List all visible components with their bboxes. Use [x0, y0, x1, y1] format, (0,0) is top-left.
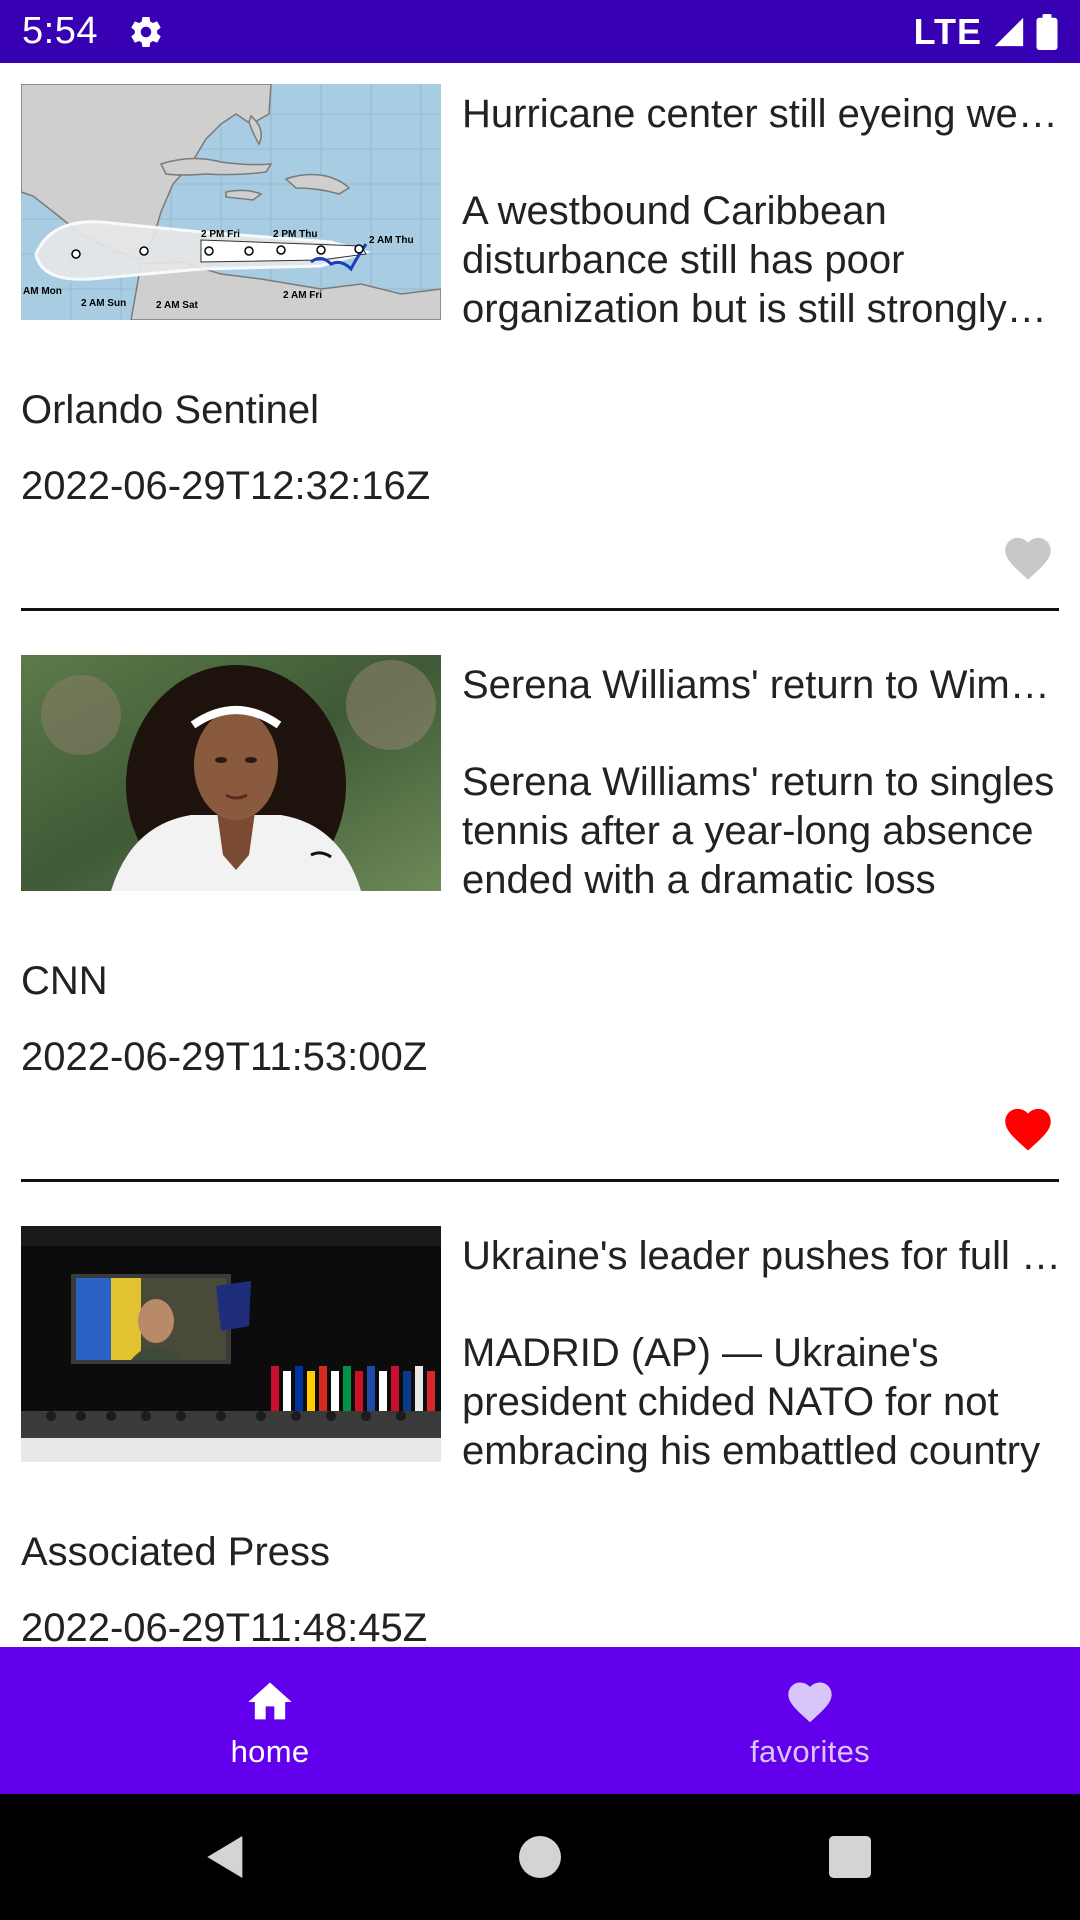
- article-source: Orlando Sentinel: [21, 388, 319, 432]
- status-indicators: LTE: [914, 11, 1058, 53]
- map-label: 2 PM Thu: [273, 229, 317, 240]
- map-label: 2 AM Sat: [156, 300, 199, 311]
- status-time: 5:54: [22, 10, 98, 52]
- battery-icon: [1036, 13, 1058, 50]
- status-bar: 5:54 LTE: [0, 0, 1080, 63]
- nav-home[interactable]: home: [0, 1647, 540, 1794]
- article-date: 2022-06-29T12:32:16Z: [21, 464, 431, 508]
- article-source: CNN: [21, 959, 108, 1003]
- heart-icon: [788, 1682, 832, 1722]
- article-thumbnail[interactable]: 2 PM Fri 2 PM Thu 2 AM Thu AM Mon 2 AM S…: [21, 84, 441, 320]
- article-source: Associated Press: [21, 1530, 331, 1574]
- article-thumbnail[interactable]: [21, 1226, 441, 1462]
- article-card[interactable]: Ukraine's leader pushes for full support…: [0, 1205, 1080, 1647]
- article-card[interactable]: Serena Williams' return to Wimbledon Ser…: [0, 634, 1080, 1205]
- bottom-navigation: home favorites: [0, 1647, 1080, 1794]
- network-type: LTE: [913, 10, 982, 52]
- map-label: 2 PM Fri: [201, 229, 240, 240]
- map-label: 2 AM Thu: [369, 235, 414, 246]
- recents-icon[interactable]: [822, 1829, 878, 1885]
- system-navigation-bar: [0, 1794, 1080, 1920]
- app-screen: 5:54 LTE 2 PM Fri 2 PM Thu 2 AM Thu AM M…: [0, 0, 1080, 1920]
- settings-gear-icon: [131, 16, 161, 47]
- map-label: 2 AM Sun: [81, 298, 126, 309]
- news-feed[interactable]: 2 PM Fri 2 PM Thu 2 AM Thu AM Mon 2 AM S…: [0, 63, 1080, 1647]
- home-icon: [248, 1682, 292, 1719]
- article-summary: A westbound Caribbean disturbance still …: [462, 189, 1007, 331]
- nav-favorites-label: favorites: [750, 1733, 870, 1769]
- article-summary: Serena Williams' return to singles tenni…: [462, 760, 1055, 902]
- article-card[interactable]: 2 PM Fri 2 PM Thu 2 AM Thu AM Mon 2 AM S…: [0, 63, 1080, 634]
- article-headline[interactable]: Serena Williams' return to Wimbledon: [462, 660, 1062, 710]
- article-thumbnail[interactable]: [21, 655, 441, 891]
- map-label: AM Mon: [23, 286, 62, 297]
- map-label: 2 AM Fri: [283, 290, 322, 301]
- nav-home-label: home: [230, 1733, 310, 1769]
- divider: [21, 1179, 1059, 1182]
- divider: [21, 608, 1059, 611]
- article-date: 2022-06-29T11:53:00Z: [21, 1035, 428, 1079]
- article-headline[interactable]: Hurricane center still eyeing westbound …: [462, 89, 1062, 139]
- article-date: 2022-06-29T11:48:45Z: [21, 1606, 428, 1647]
- home-circle-icon[interactable]: [512, 1829, 568, 1885]
- article-summary: MADRID (AP) — Ukraine's president chided…: [462, 1331, 1041, 1473]
- article-headline[interactable]: Ukraine's leader pushes for full support…: [462, 1231, 1062, 1281]
- favorite-heart-icon[interactable]: [1000, 1102, 1056, 1152]
- signal-icon: [994, 17, 1024, 46]
- favorite-heart-icon[interactable]: [1000, 531, 1056, 581]
- nav-favorites[interactable]: favorites: [540, 1647, 1080, 1794]
- back-icon[interactable]: [198, 1829, 254, 1885]
